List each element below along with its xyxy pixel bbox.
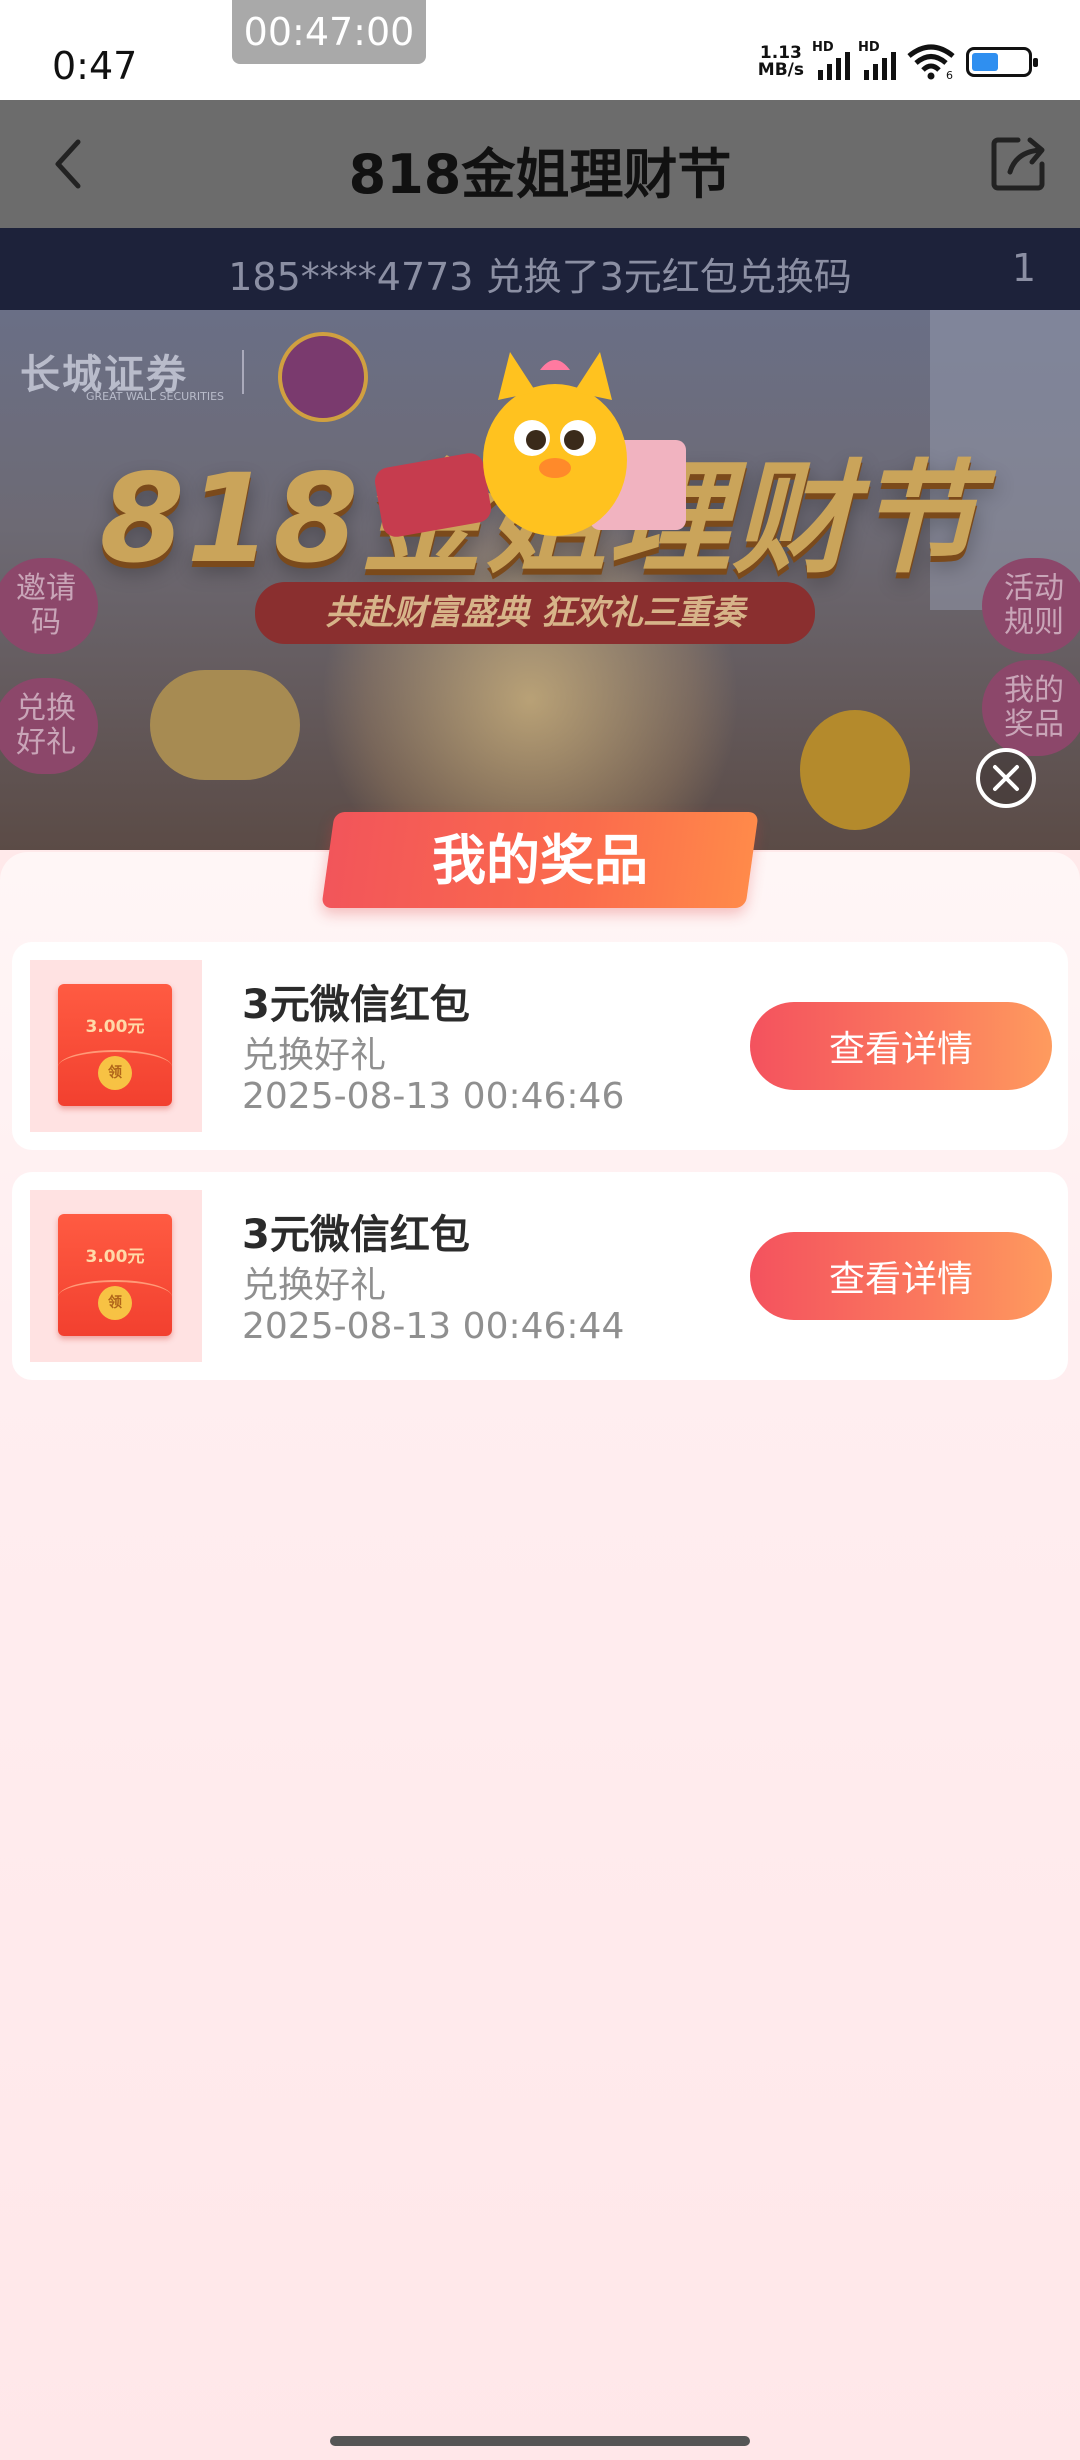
prize-source: 兑换好礼 [242,1265,387,1306]
packet-coin: 领 [98,1056,132,1090]
packet-coin: 领 [98,1286,132,1320]
activity-rules-button[interactable]: 活动 规则 [982,558,1080,654]
recording-timer[interactable]: 00:47:00 [232,0,426,64]
prize-time: 2025-08-13 00:46:44 [242,1306,625,1347]
event-badge-logo [278,332,368,422]
status-icons: 1.13 MB/s HD HD 6 [758,40,1038,80]
wifi-icon: 6 [907,44,955,80]
battery-icon [966,47,1038,77]
signal-hd-label-2: HD [858,40,880,55]
announcement-marquee: 185****4773 兑换了3元红包兑换码 1 [0,228,1080,310]
my-prizes-button[interactable]: 我的 奖品 [982,660,1080,756]
prize-time: 2025-08-13 00:46:46 [242,1076,625,1117]
status-time: 0:47 [52,44,138,88]
event-subtitle: 共赴财富盛典 狂欢礼三重奏 [255,582,815,644]
activity-rules-label: 活动 规则 [1004,571,1064,640]
packet-value: 3.00元 [85,1017,145,1037]
brand-logo-sub: GREAT WALL SECURITIES [86,390,225,403]
prize-thumbnail: 3.00元 领 [30,1190,202,1362]
redeem-gifts-button[interactable]: 兑换 好礼 [0,678,98,774]
mascot-right-decoration [800,710,910,830]
network-speed-unit: MB/s [757,60,804,80]
page-title: 818金姐理财节 [348,143,732,206]
banner-cloud-decoration [150,670,300,780]
status-bar: 0:47 00:47:00 1.13 MB/s HD HD 6 [0,0,1080,100]
prize-name: 3元微信红包 [242,982,470,1028]
app-header: 818金姐理财节 [0,100,1080,228]
close-icon[interactable] [974,746,1038,810]
prize-list: 3.00元 领 3元微信红包 兑换好礼 2025-08-13 00:46:46 … [12,942,1068,1402]
prize-thumbnail: 3.00元 领 [30,960,202,1132]
wifi-label: 6 [946,69,953,80]
invite-code-button[interactable]: 邀请 码 [0,558,98,654]
red-packet-icon: 3.00元 领 [58,984,172,1106]
red-packet-icon: 3.00元 领 [58,1214,172,1336]
my-prizes-label: 我的 奖品 [1004,673,1064,742]
packet-value: 3.00元 [85,1247,145,1267]
panel-title: 我的奖品 [432,829,648,892]
home-indicator[interactable] [330,2436,750,2446]
network-speed: 1.13 MB/s [758,45,804,79]
invite-code-label: 邀请 码 [16,571,76,640]
marquee-counter: 1 [1011,246,1036,290]
prize-name: 3元微信红包 [242,1212,470,1258]
prize-card: 3.00元 领 3元微信红包 兑换好礼 2025-08-13 00:46:46 … [12,942,1068,1150]
view-details-button[interactable]: 查看详情 [750,1232,1052,1320]
signal-hd-label: HD [812,40,834,55]
brand-divider [242,350,244,394]
share-icon[interactable] [988,132,1050,194]
redeem-gifts-label: 兑换 好礼 [16,691,76,760]
marquee-text: 185****4773 兑换了3元红包兑换码 [228,255,852,299]
view-details-button[interactable]: 查看详情 [750,1002,1052,1090]
prize-source: 兑换好礼 [242,1035,387,1076]
prize-card: 3.00元 领 3元微信红包 兑换好礼 2025-08-13 00:46:44 … [12,1172,1068,1380]
signal-icon: HD [812,40,850,80]
mascot-icon [483,352,627,536]
signal-icon-2: HD [858,40,896,80]
